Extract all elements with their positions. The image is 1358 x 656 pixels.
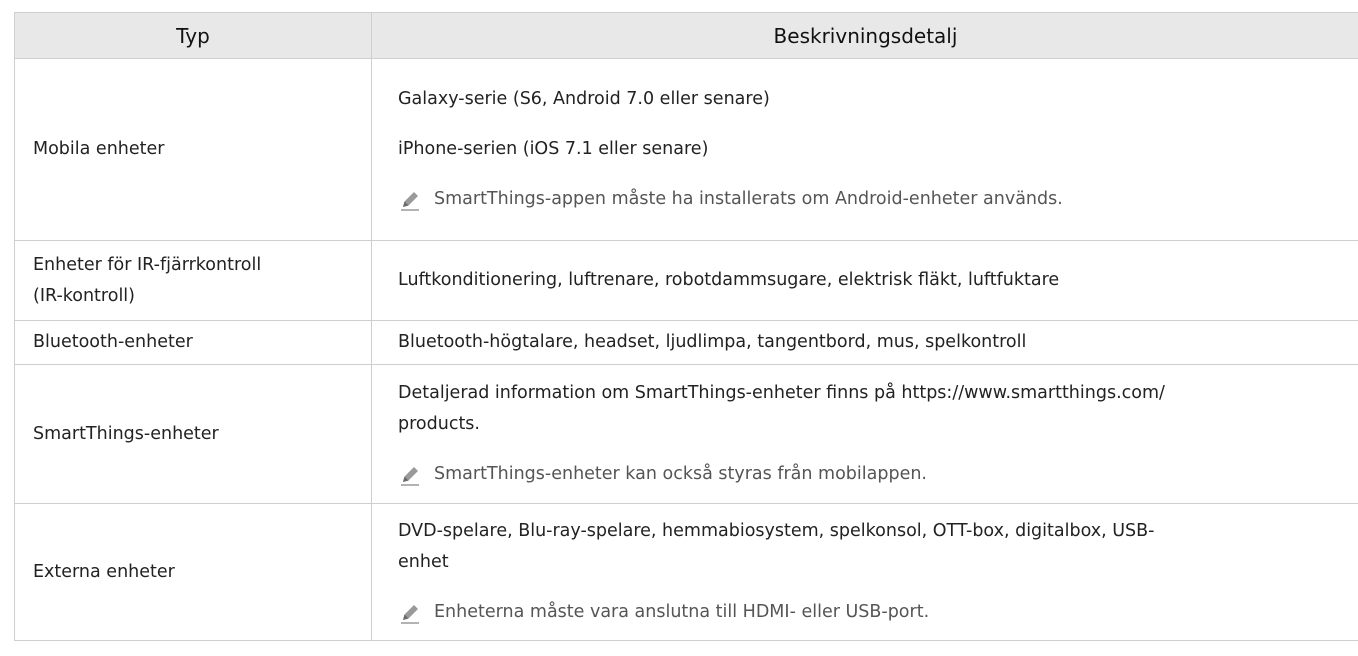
table-row: Mobila enheter Galaxy-serie (S6, Android…: [14, 58, 1358, 241]
type-cell: Bluetooth-enheter: [14, 320, 372, 365]
note-text: SmartThings-enheter kan också styras frå…: [434, 464, 927, 484]
note-text: SmartThings-appen måste ha installerats …: [434, 189, 1063, 209]
note: SmartThings-enheter kan också styras frå…: [398, 459, 1341, 490]
header-type: Typ: [14, 12, 372, 59]
description-cell: Luftkonditionering, luftrenare, robotdam…: [371, 240, 1358, 321]
description-cell: Galaxy-serie (S6, Android 7.0 eller sena…: [371, 58, 1358, 241]
note-text: Enheterna måste vara anslutna till HDMI-…: [434, 602, 930, 622]
header-description: Beskrivningsdetalj: [371, 12, 1358, 59]
description-text-line: enhet: [398, 552, 449, 572]
note: Enheterna måste vara anslutna till HDMI-…: [398, 597, 1341, 628]
type-cell: Enheter för IR-fjärrkontroll (IR-kontrol…: [14, 240, 372, 321]
description-text-line: Detaljerad information om SmartThings-en…: [398, 383, 1165, 403]
type-cell: Externa enheter: [14, 503, 372, 641]
description-cell: Detaljerad information om SmartThings-en…: [371, 364, 1358, 504]
description-text-line: products.: [398, 414, 480, 434]
type-text-line: (IR-kontroll): [33, 285, 135, 306]
pencil-note-icon: [401, 191, 419, 211]
type-cell: SmartThings-enheter: [14, 364, 372, 504]
table-row: Enheter för IR-fjärrkontroll (IR-kontrol…: [14, 240, 1358, 321]
note: SmartThings-appen måste ha installerats …: [398, 184, 1341, 215]
description-text-line: DVD-spelare, Blu-ray-spelare, hemmabiosy…: [398, 521, 1155, 541]
table-row: Bluetooth-enheter Bluetooth-högtalare, h…: [14, 320, 1358, 365]
type-text-line: Enheter för IR-fjärrkontroll: [33, 254, 262, 275]
description-text: iPhone-serien (iOS 7.1 eller senare): [398, 139, 709, 159]
pencil-note-icon: [401, 604, 419, 624]
description-text: Bluetooth-högtalare, headset, ljudlimpa,…: [398, 332, 1027, 352]
device-type-table: Typ Beskrivningsdetalj Mobila enheter Ga…: [14, 12, 1358, 641]
description-text: Galaxy-serie (S6, Android 7.0 eller sena…: [398, 89, 770, 109]
table-row: SmartThings-enheter Detaljerad informati…: [14, 364, 1358, 504]
description-cell: DVD-spelare, Blu-ray-spelare, hemmabiosy…: [371, 503, 1358, 641]
description-cell: Bluetooth-högtalare, headset, ljudlimpa,…: [371, 320, 1358, 365]
pencil-note-icon: [401, 466, 419, 486]
table-header-row: Typ Beskrivningsdetalj: [14, 12, 1358, 59]
table-row: Externa enheter DVD-spelare, Blu-ray-spe…: [14, 503, 1358, 641]
description-text: Luftkonditionering, luftrenare, robotdam…: [398, 270, 1060, 290]
type-cell: Mobila enheter: [14, 58, 372, 241]
